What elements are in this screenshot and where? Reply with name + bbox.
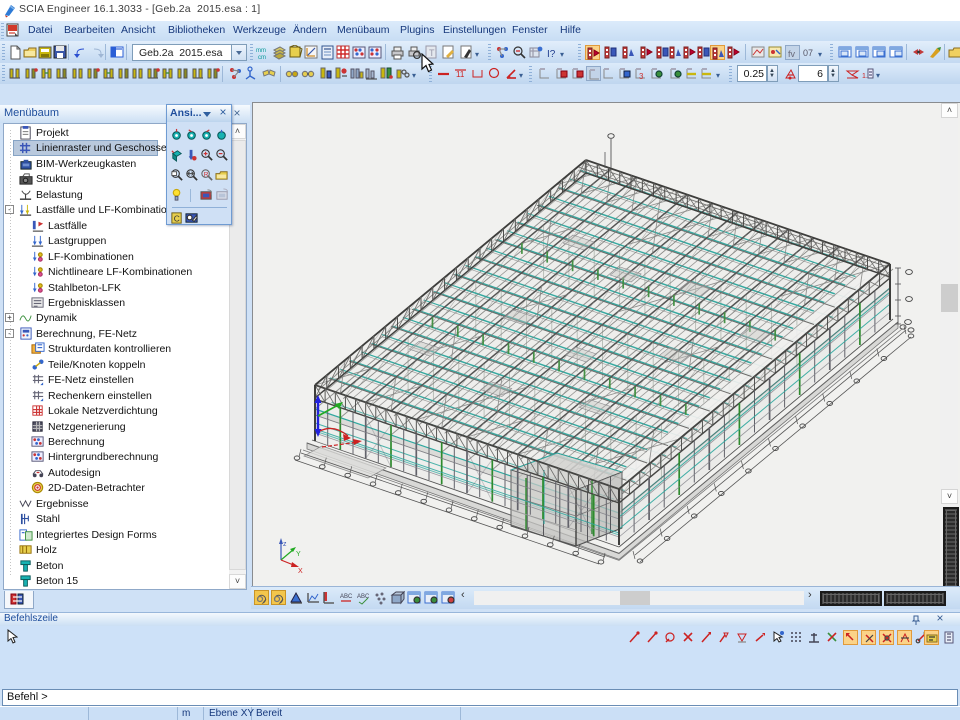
- svg-text:ABC: ABC: [357, 594, 370, 600]
- svg-text:cm: cm: [258, 55, 266, 60]
- svg-text:fv: fv: [788, 49, 796, 59]
- svg-text:mm: mm: [256, 48, 266, 54]
- svg-text:07: 07: [803, 48, 813, 58]
- svg-text:1.: 1.: [862, 73, 868, 80]
- svg-text:X: X: [298, 568, 303, 575]
- svg-text:Y: Y: [296, 551, 301, 558]
- svg-text:I?: I?: [547, 49, 556, 60]
- svg-text:R: R: [204, 171, 209, 178]
- svg-text:z: z: [283, 541, 287, 548]
- svg-text:ABC: ABC: [340, 594, 353, 600]
- svg-text:3: 3: [639, 72, 644, 81]
- svg-text:11: 11: [456, 70, 465, 79]
- svg-text:C: C: [174, 213, 180, 223]
